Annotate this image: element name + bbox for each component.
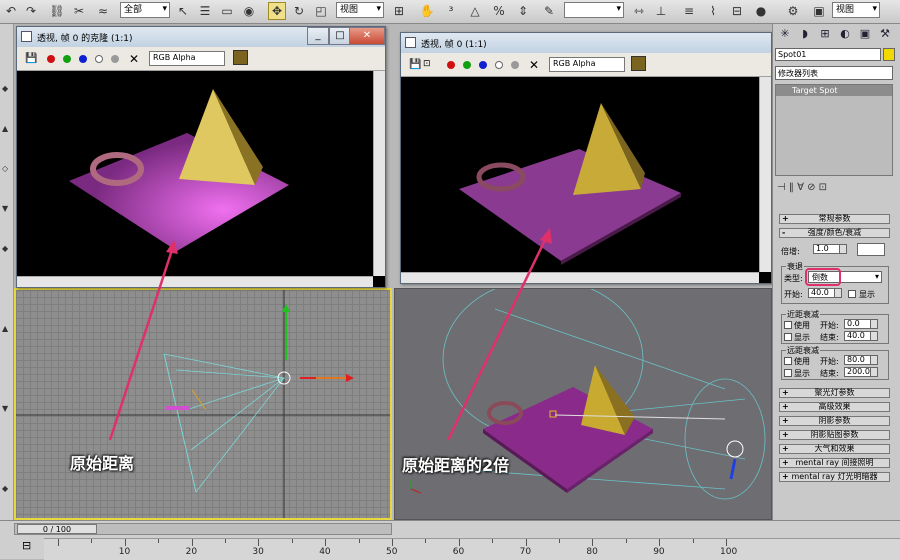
time-slider-thumb[interactable]: 0 / 100 (17, 524, 97, 534)
rollout-mr-indirect[interactable]: + mental ray 间接照明 (779, 458, 890, 468)
hierarchy-tab-icon[interactable]: ⊞ (817, 27, 833, 43)
near-start-spinner[interactable]: 0.0 (844, 319, 878, 329)
far-show-checkbox[interactable] (784, 369, 792, 377)
rollout-general-params[interactable]: + 常规参数 (779, 214, 890, 224)
decay-type-highlight (805, 268, 841, 286)
stack-tools-row[interactable]: ⊣ ‖ ∀ ⊘ ⊡ (777, 182, 893, 196)
ruler-tick (358, 539, 360, 543)
modify-tab-icon[interactable]: ◗ (797, 27, 813, 43)
near-end-label: 结束: (820, 333, 839, 342)
decay-group: 衰退 类型: 倒数 ▾ 开始: 40.0 显示 (781, 261, 889, 304)
ruler-tick (158, 539, 160, 543)
ruler-tick (458, 539, 460, 546)
ruler-tick (425, 539, 427, 543)
decay-start-spinner[interactable]: 40.0 (808, 288, 842, 298)
ruler-tick (726, 539, 727, 546)
annotation-double-distance: 原始距离的2倍 (402, 456, 510, 475)
ruler-label: 80 (586, 547, 598, 557)
modifier-list-dropdown[interactable]: 修改器列表 (775, 66, 893, 80)
display-tab-icon[interactable]: ▣ (857, 27, 873, 43)
near-show-label: 显示 (794, 333, 810, 342)
decay-show-label: 显示 (859, 290, 875, 299)
rollout-atmosphere[interactable]: + 大气和效果 (779, 444, 890, 454)
ruler-label: 100 (720, 547, 738, 557)
utilities-tab-icon[interactable]: ⚒ (877, 27, 893, 43)
far-end-spinner[interactable]: 200.0 (844, 367, 878, 377)
ruler-label: 10 (118, 547, 131, 557)
annotation-original-distance: 原始距离 (70, 454, 135, 473)
ruler-tick (291, 539, 293, 543)
timeline-bar: 0 / 100 ⊟ 10 20 30 40 50 60 70 80 90 100 (0, 520, 900, 560)
rollout-shadow-params[interactable]: + 阴影参数 (779, 416, 890, 426)
ruler-label: 90 (653, 547, 665, 557)
far-start-spinner[interactable]: 80.0 (844, 355, 878, 365)
ruler-tick (258, 539, 260, 546)
ruler-tick (559, 539, 560, 543)
ruler-tick (492, 539, 494, 543)
trackbar-icon[interactable]: ⊟ (22, 539, 38, 553)
ruler-label: 20 (185, 547, 198, 557)
near-show-checkbox[interactable] (784, 333, 792, 341)
motion-tab-icon[interactable]: ◐ (837, 27, 853, 43)
stack-item-target-spot[interactable]: Target Spot (776, 85, 892, 96)
ruler-tick (692, 539, 694, 543)
ruler-tick (325, 539, 327, 546)
ruler-label: 40 (319, 547, 331, 557)
ruler-label: 70 (519, 547, 532, 557)
rollout-spotlight[interactable]: + 聚光灯参数 (779, 388, 890, 398)
rollout-advanced[interactable]: + 高级效果 (779, 402, 890, 412)
ruler-tick (625, 539, 627, 543)
frame-ruler[interactable]: 10 20 30 40 50 60 70 80 90 100 (44, 538, 900, 560)
ruler-tick (124, 539, 126, 546)
near-use-label: 使用 (794, 321, 810, 330)
far-use-label: 使用 (794, 357, 810, 366)
light-color-swatch[interactable] (857, 243, 885, 256)
decay-start-label: 开始: (784, 290, 803, 299)
ruler-label: 50 (386, 547, 398, 557)
ruler-tick (525, 539, 527, 546)
ruler-tick (58, 539, 59, 546)
ruler-tick (592, 539, 594, 546)
ruler-label: 60 (452, 547, 465, 557)
ruler-tick (392, 539, 393, 546)
ruler-tick (91, 539, 93, 543)
rollout-shadow-map[interactable]: + 阴影贴图参数 (779, 430, 890, 440)
rollout-mr-shader[interactable]: + mental ray 灯光明暗器 (779, 472, 890, 482)
time-slider-track[interactable]: 0 / 100 (14, 523, 392, 535)
command-panel: ✳ ◗ ⊞ ◐ ▣ ⚒ Spot01 修改器列表 Target Spot ⊣ ‖… (772, 24, 900, 520)
ruler-tick (225, 539, 226, 543)
decay-show-checkbox[interactable] (848, 290, 856, 298)
near-use-checkbox[interactable] (784, 321, 792, 329)
modifier-stack[interactable]: Target Spot (775, 84, 893, 176)
near-start-label: 开始: (820, 321, 839, 330)
ruler-tick (191, 539, 193, 546)
near-atten-group: 近距衰减 使用 开始: 0.0 显示 结束: 40.0 (781, 309, 889, 344)
far-start-label: 开始: (820, 357, 839, 366)
far-end-label: 结束: (820, 369, 839, 378)
far-show-label: 显示 (794, 369, 810, 378)
object-color-swatch[interactable] (883, 48, 895, 61)
multiplier-spinner[interactable]: 1.0 (813, 244, 847, 254)
ruler-label: 30 (252, 547, 264, 557)
create-tab-icon[interactable]: ✳ (777, 27, 793, 43)
ruler-tick (659, 539, 661, 546)
far-use-checkbox[interactable] (784, 357, 792, 365)
multiplier-label: 倍增: (781, 247, 800, 256)
decay-type-label: 类型: (784, 274, 803, 283)
object-name-field[interactable]: Spot01 (775, 48, 881, 61)
rollout-intensity[interactable]: - 强度/颜色/衰减 (779, 228, 890, 238)
far-atten-group: 远距衰减 使用 开始: 80.0 显示 结束: 200.0 (781, 345, 889, 380)
near-end-spinner[interactable]: 40.0 (844, 331, 878, 341)
